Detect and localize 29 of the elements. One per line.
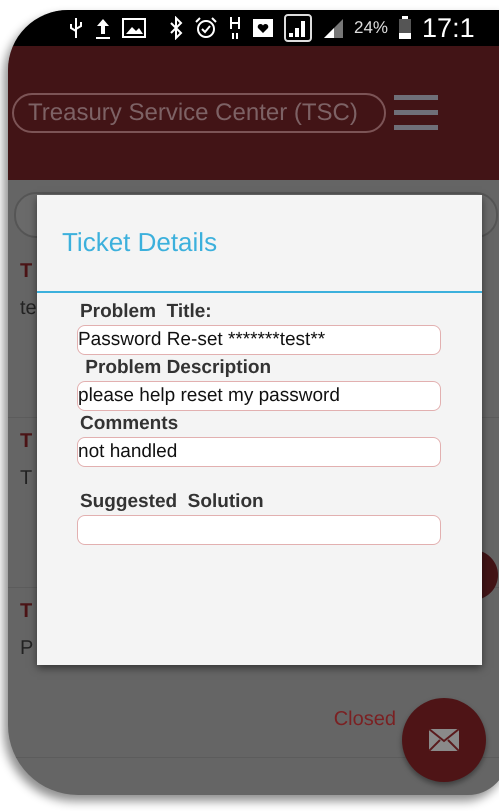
dialog-title: Ticket Details: [62, 227, 218, 257]
ticket-title: T: [20, 600, 32, 623]
bluetooth-icon: [168, 16, 184, 40]
clock-time: 17:1: [422, 12, 475, 44]
battery-icon: [398, 16, 412, 40]
input-field[interactable]: [77, 515, 441, 545]
ticket-title: T: [20, 260, 32, 283]
menu-icon[interactable]: [394, 93, 438, 133]
ticket-text: P: [20, 637, 34, 660]
app-title: Treasury Service Center (TSC): [12, 93, 386, 133]
ticket-title: T: [20, 430, 32, 453]
image-icon: [122, 17, 146, 39]
usb-icon: [68, 16, 84, 40]
battery-percent: 24%: [354, 18, 388, 38]
ticket-status: Closed: [334, 708, 396, 731]
ticket-text: T: [20, 467, 32, 490]
input-field[interactable]: not handled: [77, 437, 441, 467]
compose-button[interactable]: [402, 698, 486, 782]
alarm-clock-icon: [194, 16, 218, 40]
field-label: Problem Description: [84, 357, 272, 379]
input-field[interactable]: please help reset my password: [77, 381, 441, 411]
field-label: Comments: [79, 413, 178, 435]
signal-icon: [322, 17, 344, 39]
field-label: Suggested Solution: [79, 491, 264, 513]
signal-icon: [284, 14, 312, 42]
input-field[interactable]: Password Re-set *******test**: [77, 325, 441, 355]
ticket-text: te: [20, 297, 37, 320]
field-label: Problem Title:: [79, 301, 212, 323]
envelope-icon: [429, 729, 459, 751]
